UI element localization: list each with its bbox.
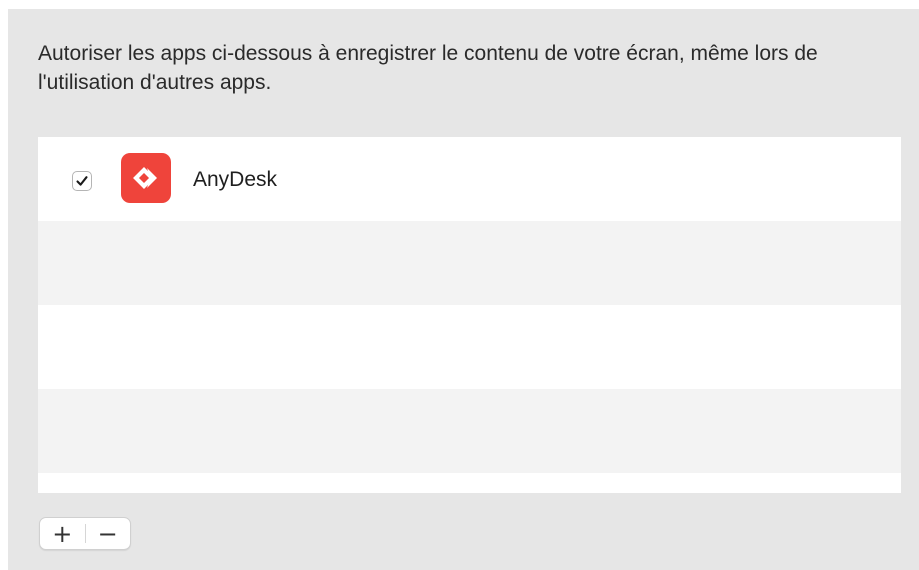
empty-row (38, 221, 901, 305)
app-list: AnyDesk (38, 137, 901, 493)
add-app-button[interactable]: + (40, 518, 85, 549)
add-remove-control: + − (39, 517, 131, 550)
list-item-anydesk[interactable]: AnyDesk (38, 137, 901, 221)
empty-row (38, 473, 901, 493)
anydesk-icon (121, 153, 171, 203)
remove-app-button[interactable]: − (85, 518, 130, 549)
empty-row (38, 305, 901, 389)
app-name: AnyDesk (193, 168, 278, 191)
screen-recording-panel: Autoriser les apps ci-dessous à enregist… (8, 9, 919, 570)
permission-description: Autoriser les apps ci-dessous à enregist… (38, 42, 818, 94)
anydesk-checkbox[interactable] (72, 171, 92, 191)
checkmark-icon (76, 176, 88, 186)
empty-row (38, 389, 901, 473)
